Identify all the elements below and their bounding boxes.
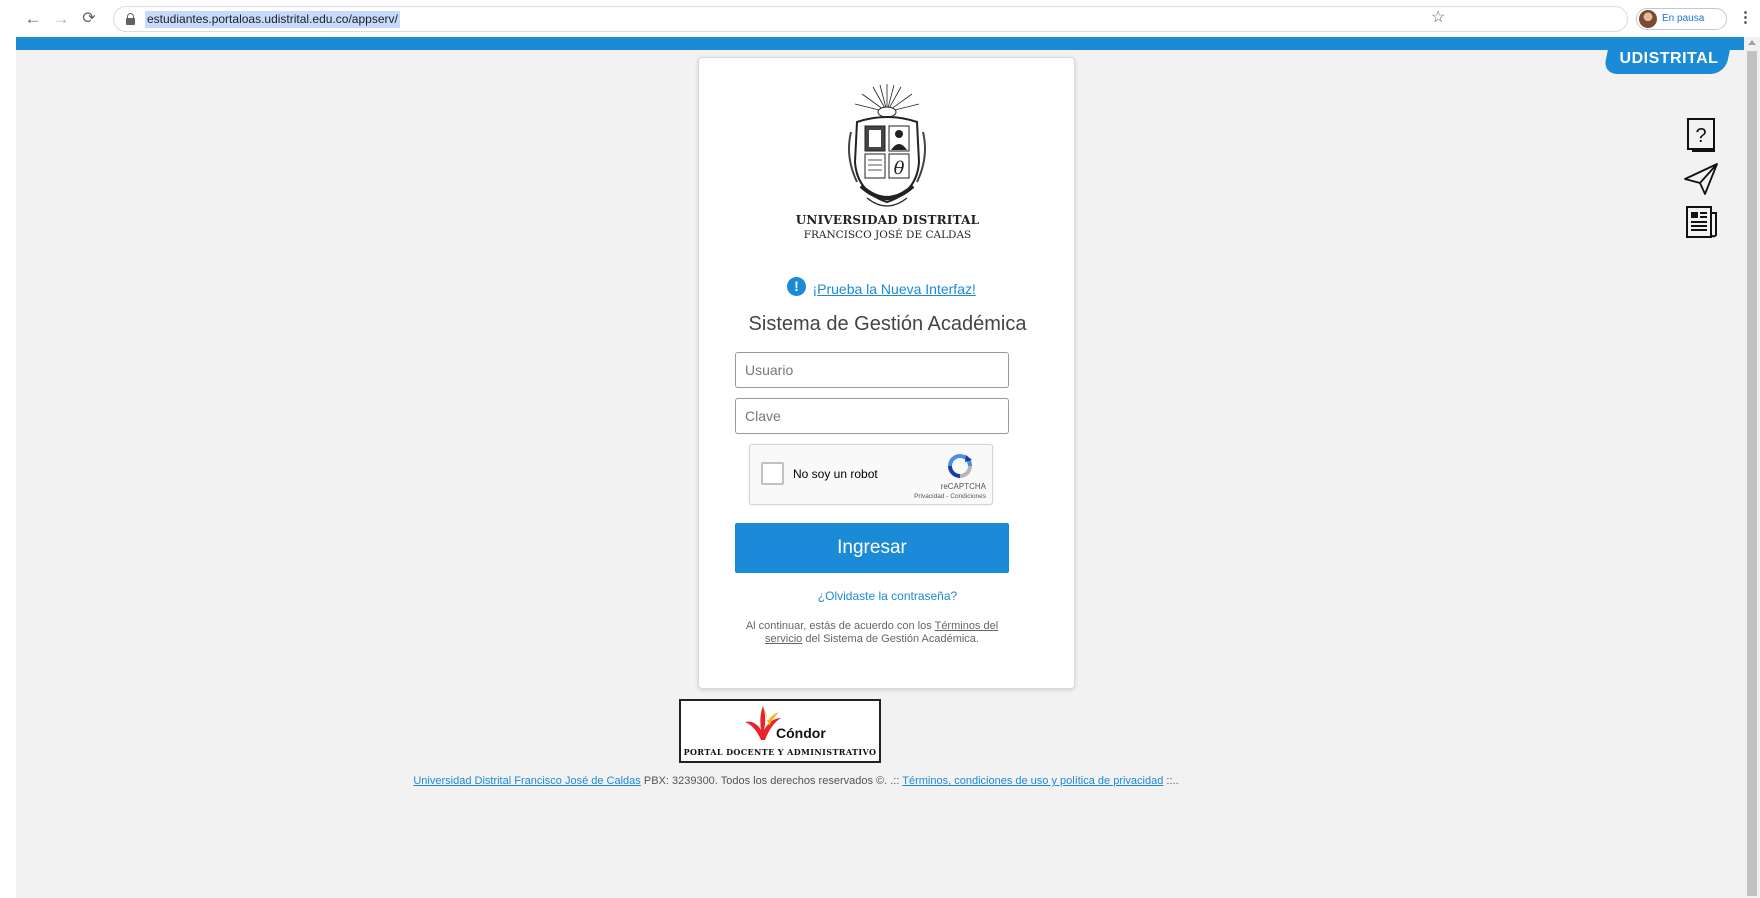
university-subtitle: FRANCISCO JOSÉ DE CALDAS <box>803 229 972 241</box>
new-interface-notice[interactable]: ! ¡Prueba la Nueva Interfaz! <box>787 275 976 299</box>
profile-status: En pausa <box>1662 13 1705 24</box>
top-accent-bar <box>16 37 1744 50</box>
send-icon[interactable] <box>1683 159 1719 197</box>
star-icon[interactable]: ☆ <box>1431 8 1445 28</box>
more-vert-icon[interactable]: ⋮ <box>1738 9 1753 27</box>
terms-notice: Al continuar, estás de acuerdo con los T… <box>735 620 1009 646</box>
recaptcha-links[interactable]: Privacidad - Condiciones <box>890 493 986 500</box>
svg-text:?: ? <box>1695 125 1706 147</box>
forgot-password-link[interactable]: ¿Olvidaste la contraseña? <box>699 589 1076 603</box>
scroll-up-icon[interactable] <box>1748 40 1756 45</box>
help-icon[interactable]: ? <box>1683 115 1719 153</box>
svg-text:θ: θ <box>894 158 905 179</box>
footer-terms-link[interactable]: Términos, condiciones de uso y política … <box>902 775 1163 787</box>
scroll-thumb[interactable] <box>1747 51 1757 896</box>
login-card: θ UNIVERSIDAD DISTRITAL FRANCISCO JOSÉ D… <box>698 57 1075 689</box>
recaptcha-widget: No soy un robot reCAPTCHA Privacidad - C… <box>749 444 993 505</box>
condor-logo: Cóndor PORTAL DOCENTE Y ADMINISTRATIVO <box>679 699 881 763</box>
recaptcha-label: No soy un robot <box>793 467 878 481</box>
password-input[interactable] <box>735 398 1009 434</box>
back-arrow-icon[interactable]: ← <box>22 8 44 30</box>
page-viewport: UDISTRITAL ? θ UNIVERSIDAD DISTRITAL FRA… <box>16 37 1744 898</box>
profile-button[interactable]: En pausa <box>1636 8 1727 30</box>
condor-name: Cóndor <box>776 725 826 741</box>
new-interface-link[interactable]: ¡Prueba la Nueva Interfaz! <box>812 281 975 297</box>
lock-icon[interactable] <box>126 13 135 25</box>
university-crest-icon: θ <box>848 84 926 207</box>
recaptcha-logo-icon <box>948 454 972 478</box>
footer-university-link[interactable]: Universidad Distrital Francisco José de … <box>413 775 640 787</box>
avatar <box>1639 10 1657 28</box>
vertical-scrollbar[interactable] <box>1744 37 1760 898</box>
recaptcha-checkbox[interactable] <box>761 462 784 485</box>
forward-arrow-icon[interactable]: → <box>50 8 72 30</box>
condor-subtitle: PORTAL DOCENTE Y ADMINISTRATIVO <box>683 747 877 757</box>
footer: Universidad Distrital Francisco José de … <box>16 775 1576 787</box>
terms-suffix: del Sistema de Gestión Académica. <box>802 633 979 645</box>
url-text[interactable]: estudiantes.portaloas.udistrital.edu.co/… <box>145 11 400 28</box>
news-icon[interactable] <box>1683 203 1719 241</box>
reload-icon[interactable]: ⟳ <box>78 8 100 30</box>
footer-text: PBX: 3239300. Todos los derechos reserva… <box>640 775 903 787</box>
browser-toolbar: ← → ⟳ estudiantes.portaloas.udistrital.e… <box>0 0 1760 37</box>
address-bar[interactable]: estudiantes.portaloas.udistrital.edu.co/… <box>113 6 1628 32</box>
exclamation-icon: ! <box>787 276 806 296</box>
footer-suffix: ::.. <box>1163 775 1179 787</box>
recaptcha-brand: reCAPTCHA <box>940 482 986 491</box>
username-input[interactable] <box>735 352 1009 388</box>
page-title: Sistema de Gestión Académica <box>748 313 1027 335</box>
terms-prefix: Al continuar, estás de acuerdo con los <box>745 620 935 632</box>
university-name: UNIVERSIDAD DISTRITAL <box>795 213 980 227</box>
login-button[interactable]: Ingresar <box>735 523 1009 573</box>
brand-tab-label: UDISTRITAL <box>1619 50 1719 67</box>
